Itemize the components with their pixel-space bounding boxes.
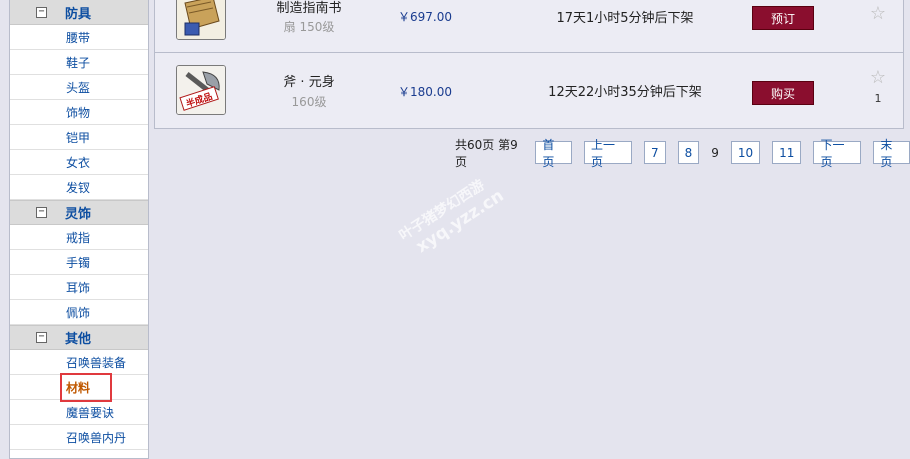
sidebar-item-belt[interactable]: 腰带 [10, 25, 148, 50]
sidebar-item-shoes[interactable]: 鞋子 [10, 50, 148, 75]
category-title: 灵饰 [65, 207, 92, 222]
category-header-spirit-accessory[interactable]: − 灵饰 [10, 200, 148, 225]
sidebar-item-label: 佩饰 [66, 305, 91, 320]
sidebar-item-ornament[interactable]: 饰物 [10, 100, 148, 125]
remaining-time: 17天1小时5分钟后下架 [556, 11, 694, 26]
item-level: 160级 [291, 95, 327, 109]
category-title: 其他 [65, 332, 92, 347]
sidebar-item-label: 召唤兽装备 [66, 355, 127, 370]
collapse-icon[interactable]: − [36, 332, 47, 343]
category-header-other[interactable]: − 其他 [10, 325, 148, 350]
star-icon[interactable]: ☆ [868, 3, 888, 24]
collapse-icon[interactable]: − [36, 6, 47, 18]
listing-table: 制造指南书 扇 150级 ￥697.00 17天1小时5分钟后下架 预订 ☆ 半… [154, 0, 904, 129]
site-watermark: 叶子猪梦幻西游 xyq.yzz.cn [395, 169, 508, 261]
listing-row: 半成品 斧 · 元身 160级 ￥180.00 12天22小时35分钟后下架 购… [154, 53, 904, 129]
sidebar-item-label: 戒指 [66, 230, 91, 245]
axe-item-icon[interactable]: 半成品 [176, 65, 226, 115]
sidebar-item-materials[interactable]: 材料 [10, 372, 148, 402]
sidebar-item-label: 耳饰 [66, 280, 91, 295]
item-name[interactable]: 斧 · 元身 [259, 71, 359, 90]
sidebar-item-label: 材料 [59, 372, 113, 402]
sidebar-item-hairpin[interactable]: 发钗 [10, 175, 148, 200]
sidebar-item-label: 魔兽要诀 [66, 405, 115, 420]
sidebar-item-label: 腰带 [66, 30, 91, 45]
page-info: 共60页 第9页 [455, 137, 518, 169]
pagination: 共60页 第9页 首页 上一页 7 8 9 10 11 下一页 末页 [455, 138, 910, 169]
sidebar-item-pendant[interactable]: 佩饰 [10, 300, 148, 325]
item-price: ￥180.00 [398, 85, 452, 99]
prev-page-link[interactable]: 上一页 [584, 138, 632, 169]
sidebar-item-label: 饰物 [66, 105, 91, 120]
sidebar-item-label: 鞋子 [66, 55, 91, 70]
next-page-link[interactable]: 下一页 [813, 138, 862, 169]
item-name[interactable]: 制造指南书 [259, 0, 359, 16]
collapse-icon[interactable]: − [36, 207, 47, 218]
page-link[interactable]: 11 [772, 141, 802, 164]
reserve-button[interactable]: 预订 [752, 6, 814, 30]
current-page: 9 [711, 145, 719, 160]
sidebar-item-label: 铠甲 [66, 130, 91, 145]
page-link[interactable]: 8 [677, 141, 700, 164]
favorite-count: 1 [874, 92, 882, 105]
sidebar-item-summon-equipment[interactable]: 召唤兽装备 [10, 350, 148, 375]
remaining-time: 12天22小时35分钟后下架 [548, 85, 702, 100]
page-link[interactable]: 7 [643, 141, 666, 164]
sidebar-item-label: 召唤兽内丹 [66, 430, 127, 445]
sidebar-item-label: 女衣 [66, 155, 91, 170]
listing-row: 制造指南书 扇 150级 ￥697.00 17天1小时5分钟后下架 预订 ☆ [154, 0, 904, 53]
sidebar-item-bracelet[interactable]: 手镯 [10, 250, 148, 275]
category-sidebar: − 防具 腰带 鞋子 头盔 饰物 铠甲 女衣 发钗 − 灵饰 戒指 手镯 耳饰 … [9, 0, 149, 459]
item-level: 扇 150级 [283, 20, 335, 34]
sidebar-item-earring[interactable]: 耳饰 [10, 275, 148, 300]
sidebar-item-beast-skill-book[interactable]: 魔兽要诀 [10, 400, 148, 425]
sidebar-item-helmet[interactable]: 头盔 [10, 75, 148, 100]
category-header-armor[interactable]: − 防具 [10, 0, 148, 25]
first-page-link[interactable]: 首页 [535, 138, 573, 169]
scroll-item-icon[interactable] [176, 0, 226, 40]
star-icon[interactable]: ☆ [868, 67, 888, 88]
buy-button[interactable]: 购买 [752, 81, 814, 105]
sidebar-item-ring[interactable]: 戒指 [10, 225, 148, 250]
sidebar-item-label: 头盔 [66, 80, 91, 95]
sidebar-item-label: 发钗 [66, 180, 91, 195]
sidebar-item-armor[interactable]: 铠甲 [10, 125, 148, 150]
sidebar-item-female-robe[interactable]: 女衣 [10, 150, 148, 175]
page-link[interactable]: 10 [730, 141, 761, 164]
last-page-link[interactable]: 末页 [873, 138, 910, 169]
sidebar-item-summon-core[interactable]: 召唤兽内丹 [10, 425, 148, 450]
item-price: ￥697.00 [398, 10, 452, 24]
sidebar-item-label: 手镯 [66, 255, 91, 270]
category-title: 防具 [65, 6, 92, 22]
